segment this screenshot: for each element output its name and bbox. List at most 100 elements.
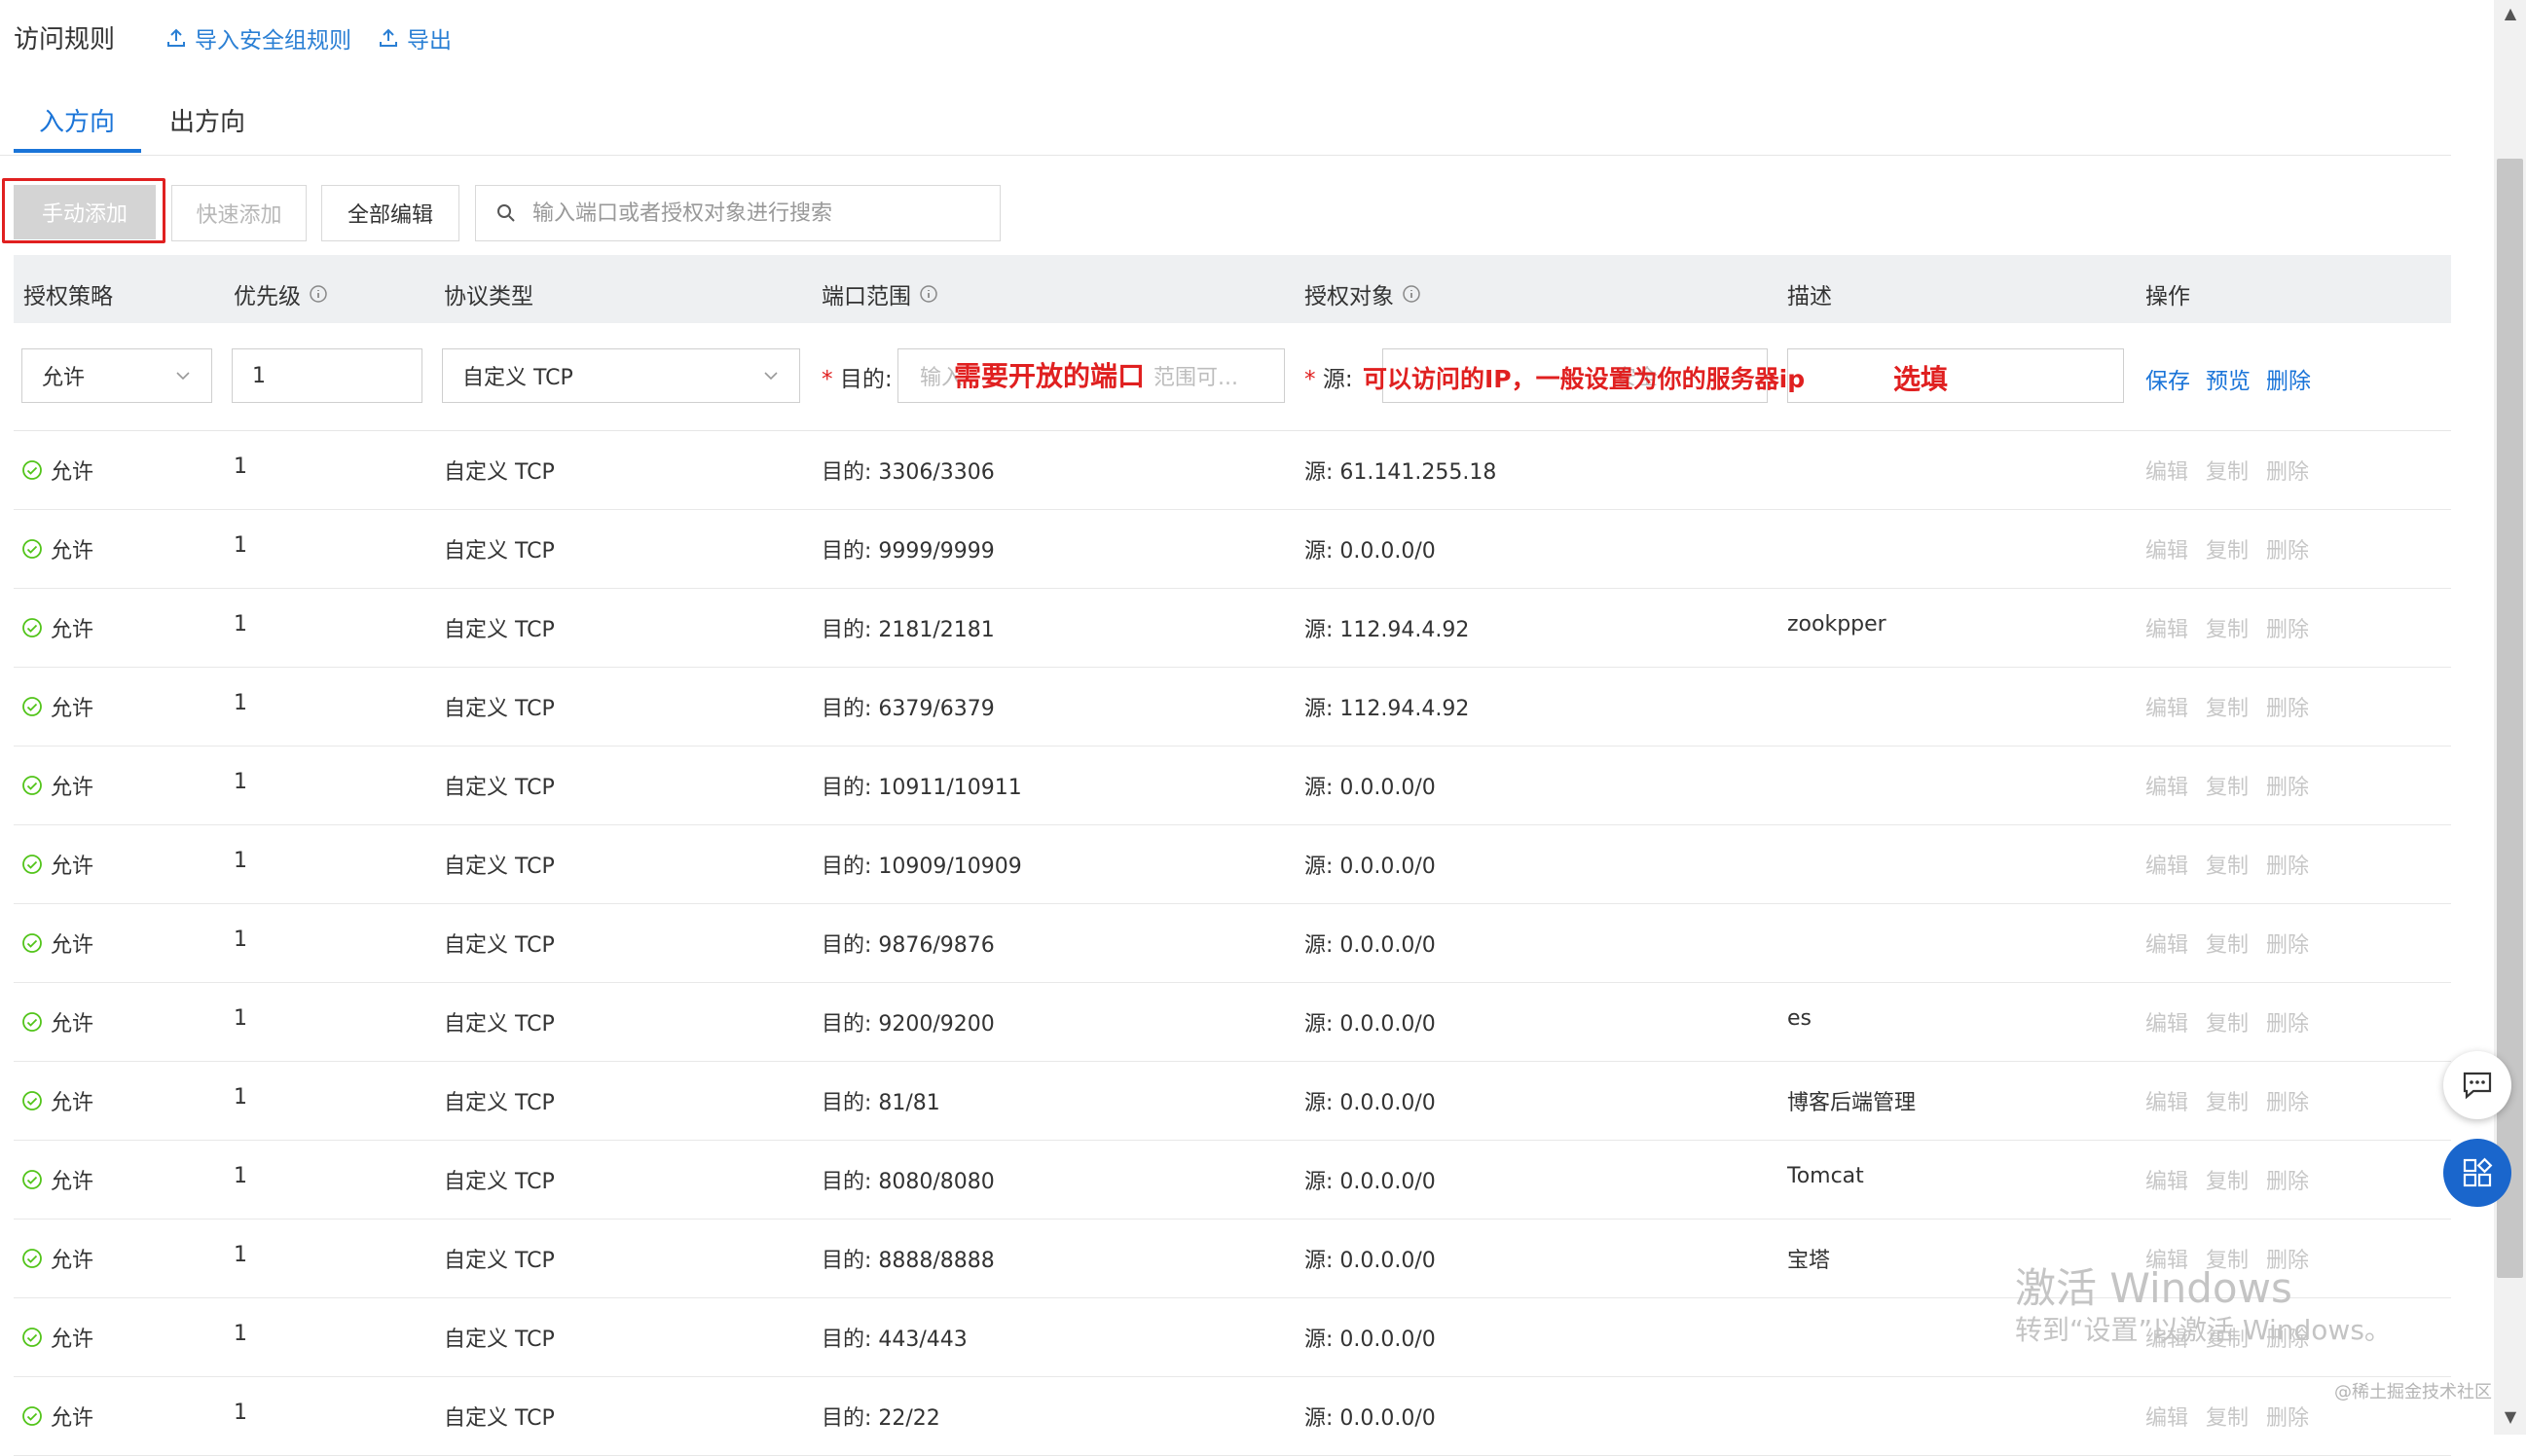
copy-link[interactable]: 复制 [2206, 1401, 2249, 1432]
description-cell: 博客后端管理 [1787, 1091, 1917, 1115]
copy-link[interactable]: 复制 [2206, 1085, 2249, 1116]
check-circle-icon [22, 1170, 42, 1189]
priority-cell: 1 [234, 1006, 247, 1031]
info-icon[interactable] [309, 284, 328, 304]
policy-text: 允许 [51, 1012, 94, 1037]
copy-link[interactable]: 复制 [2206, 612, 2249, 643]
description-cell: 宝塔 [1787, 1249, 1831, 1273]
tab-divider [0, 155, 2451, 156]
port-cell: 目的: 9200/9200 [822, 1012, 995, 1037]
priority-cell: 1 [234, 533, 247, 558]
edit-link[interactable]: 编辑 [2145, 1006, 2188, 1037]
import-rules-label: 导入安全组规则 [195, 28, 351, 54]
table-row: 允许 1 自定义 TCP 目的: 10909/10909 源: 0.0.0.0/0 编辑复… [14, 825, 2451, 904]
edit-link[interactable]: 编辑 [2145, 1164, 2188, 1195]
policy-cell: 允许 [21, 849, 93, 880]
table-row: 允许 1 自定义 TCP 目的: 9999/9999 源: 0.0.0.0/0 编辑 复制删… [14, 510, 2451, 589]
policy-select-value: 允许 [42, 366, 86, 390]
protocol-select[interactable]: 自定义 TCP [442, 348, 800, 403]
tab-outbound[interactable]: 出方向 [169, 102, 245, 138]
source-cell: 源: 0.0.0.0/0 [1304, 1170, 1436, 1194]
policy-text: 允许 [51, 1328, 94, 1352]
edit-link[interactable]: 编辑 [2145, 455, 2188, 486]
column-header-actions: 操作 [2145, 284, 2190, 309]
copy-link[interactable]: 复制 [2206, 455, 2249, 486]
dest-port-placeholder-tail: 范围可... [1153, 366, 1238, 390]
delete-link[interactable]: 删除 [2266, 533, 2309, 564]
port-cell: 目的: 2181/2181 [822, 618, 995, 642]
delete-link[interactable]: 删除 [2266, 362, 2311, 395]
upload-icon [167, 28, 185, 47]
copy-link[interactable]: 复制 [2206, 928, 2249, 959]
priority-cell: 1 [234, 770, 247, 794]
port-cell: 目的: 3306/3306 [822, 460, 995, 485]
delete-link[interactable]: 删除 [2266, 1006, 2309, 1037]
scrollbar-thumb[interactable] [2497, 159, 2523, 1278]
delete-link[interactable]: 删除 [2266, 612, 2309, 643]
source-cell: 源: 0.0.0.0/0 [1304, 776, 1436, 800]
protocol-cell: 自定义 TCP [444, 539, 555, 564]
copy-link[interactable]: 复制 [2206, 691, 2249, 722]
copy-link[interactable]: 复制 [2206, 1164, 2249, 1195]
protocol-cell: 自定义 TCP [444, 1170, 555, 1194]
protocol-cell: 自定义 TCP [444, 1328, 555, 1352]
description-input[interactable] [1787, 348, 2124, 403]
check-circle-icon [22, 1328, 42, 1347]
port-cell: 目的: 10909/10909 [822, 855, 1022, 879]
info-icon[interactable] [919, 284, 938, 304]
policy-cell: 允许 [21, 1322, 93, 1353]
info-icon[interactable] [1402, 284, 1421, 304]
delete-link[interactable]: 删除 [2266, 1085, 2309, 1116]
export-link[interactable]: 导出 [378, 21, 452, 55]
check-circle-icon [22, 539, 42, 559]
policy-text: 允许 [51, 539, 94, 564]
source-annotation: 可以访问的IP，一般设置为你的服务器ip [1363, 365, 1806, 393]
apps-button[interactable] [2443, 1139, 2511, 1207]
copy-link[interactable]: 复制 [2206, 533, 2249, 564]
scroll-down-arrow[interactable]: ▼ [2500, 1407, 2521, 1429]
search-box[interactable] [475, 185, 1001, 241]
copy-link[interactable]: 复制 [2206, 849, 2249, 880]
chat-button[interactable] [2443, 1051, 2511, 1119]
edit-link[interactable]: 编辑 [2145, 849, 2188, 880]
priority-cell: 1 [234, 1085, 247, 1110]
delete-link[interactable]: 删除 [2266, 770, 2309, 801]
delete-link[interactable]: 删除 [2266, 928, 2309, 959]
delete-link[interactable]: 删除 [2266, 455, 2309, 486]
activation-watermark-subtitle: 转到“设置”以激活 Windows。 [2015, 1314, 2392, 1346]
edit-link[interactable]: 编辑 [2145, 1401, 2188, 1432]
edit-link[interactable]: 编辑 [2145, 770, 2188, 801]
delete-link[interactable]: 删除 [2266, 1164, 2309, 1195]
edit-link[interactable]: 编辑 [2145, 928, 2188, 959]
policy-text: 允许 [51, 618, 94, 642]
quick-add-button[interactable]: 快速添加 [171, 185, 307, 241]
policy-cell: 允许 [21, 1085, 93, 1116]
table-row: 允许 1 自定义 TCP 目的: 8080/8080 源: 0.0.0.0/0 Tomca… [14, 1141, 2451, 1219]
import-rules-link[interactable]: 导入安全组规则 [165, 21, 351, 55]
policy-text: 允许 [51, 1170, 94, 1194]
copy-link[interactable]: 复制 [2206, 770, 2249, 801]
policy-select[interactable]: 允许 [21, 348, 212, 403]
priority-input[interactable]: 1 [232, 348, 422, 403]
save-link[interactable]: 保存 [2145, 362, 2190, 395]
source-credit: @稀土掘金技术社区 [2334, 1382, 2492, 1402]
edit-link[interactable]: 编辑 [2145, 533, 2188, 564]
delete-link[interactable]: 删除 [2266, 691, 2309, 722]
preview-link[interactable]: 预览 [2206, 362, 2251, 395]
delete-link[interactable]: 删除 [2266, 849, 2309, 880]
edit-link[interactable]: 编辑 [2145, 1085, 2188, 1116]
column-header-port: 端口范围 [822, 277, 938, 310]
policy-cell: 允许 [21, 455, 93, 486]
search-input[interactable] [531, 200, 992, 227]
copy-link[interactable]: 复制 [2206, 1006, 2249, 1037]
tab-inbound[interactable]: 入方向 [39, 102, 115, 138]
check-circle-icon [22, 1091, 42, 1110]
edit-all-button[interactable]: 全部编辑 [321, 185, 459, 241]
edit-link[interactable]: 编辑 [2145, 691, 2188, 722]
priority-cell: 1 [234, 1322, 247, 1346]
check-circle-icon [22, 1012, 42, 1032]
scroll-up-arrow[interactable]: ▲ [2500, 4, 2521, 25]
search-icon [497, 204, 515, 222]
delete-link[interactable]: 删除 [2266, 1401, 2309, 1432]
edit-link[interactable]: 编辑 [2145, 612, 2188, 643]
